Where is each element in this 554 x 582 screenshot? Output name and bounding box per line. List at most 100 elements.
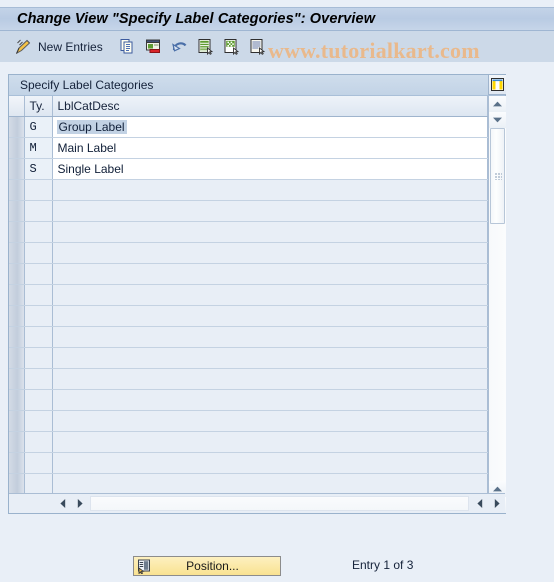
table-row[interactable]: M Main Label [9,137,488,159]
row-select-button[interactable] [9,137,25,159]
row-select-button[interactable] [9,179,25,201]
select-all-icon[interactable] [195,36,217,58]
select-all-column-header[interactable] [9,96,25,117]
delete-icon[interactable] [143,36,165,58]
table-body: G Group Label M Main Label S Single Label [9,116,488,513]
cell-lblcatdesc[interactable] [52,389,488,411]
row-select-button[interactable] [9,452,25,474]
cell-ty[interactable] [24,242,53,264]
scroll-left-end-icon[interactable] [471,495,488,512]
row-select-button[interactable] [9,221,25,243]
scroll-down-icon[interactable] [489,112,506,128]
row-select-button[interactable] [9,284,25,306]
vertical-scrollbar[interactable] [488,75,506,513]
table-row[interactable] [9,284,488,306]
cell-lblcatdesc[interactable]: Group Label [52,116,488,138]
scroll-right-icon[interactable] [71,495,88,512]
cell-ty[interactable] [24,305,53,327]
change-pencil-icon[interactable] [12,36,34,58]
row-select-button[interactable] [9,116,25,138]
row-select-button[interactable] [9,368,25,390]
column-header-ty[interactable]: Ty. [24,96,53,117]
table-row[interactable] [9,452,488,474]
table-row[interactable] [9,347,488,369]
cell-ty[interactable] [24,473,53,495]
cell-ty[interactable] [24,179,53,201]
row-select-button[interactable] [9,305,25,327]
cell-lblcatdesc[interactable] [52,284,488,306]
cell-lblcatdesc[interactable]: Main Label [52,137,488,159]
undo-icon[interactable] [169,36,191,58]
cell-lblcatdesc[interactable]: Single Label [52,158,488,180]
table-row[interactable] [9,200,488,222]
cell-lblcatdesc[interactable] [52,326,488,348]
row-select-button[interactable] [9,389,25,411]
cell-lblcatdesc[interactable] [52,242,488,264]
cell-ty[interactable]: S [24,158,53,180]
scroll-left-icon[interactable] [54,495,71,512]
main-toolbar: New Entries [0,31,554,62]
table-row[interactable] [9,473,488,495]
table-row[interactable] [9,263,488,285]
column-header-lblcatdesc[interactable]: LblCatDesc [52,96,488,117]
vscroll-thumb[interactable] [490,128,505,224]
deselect-all-icon[interactable] [221,36,243,58]
table-row[interactable] [9,242,488,264]
cell-ty[interactable] [24,326,53,348]
row-select-button[interactable] [9,473,25,495]
row-select-button[interactable] [9,326,25,348]
cell-ty[interactable] [24,452,53,474]
copy-icon[interactable] [117,36,139,58]
label-categories-table: Ty. LblCatDesc G Group Label M Main Label S S… [9,96,488,513]
select-layout-icon[interactable] [247,36,269,58]
cell-lblcatdesc[interactable] [52,179,488,201]
table-row[interactable] [9,410,488,432]
cell-ty[interactable] [24,347,53,369]
position-button[interactable]: Position... [133,556,281,576]
cell-ty[interactable] [24,263,53,285]
cell-lblcatdesc[interactable] [52,347,488,369]
vscroll-track[interactable] [489,128,506,481]
cell-ty[interactable]: M [24,137,53,159]
cell-ty[interactable] [24,431,53,453]
row-select-button[interactable] [9,200,25,222]
table-row[interactable]: S Single Label [9,158,488,180]
cell-ty[interactable] [24,284,53,306]
table-row[interactable] [9,305,488,327]
cell-lblcatdesc[interactable] [52,431,488,453]
cell-ty[interactable] [24,368,53,390]
table-row[interactable] [9,431,488,453]
cell-lblcatdesc[interactable] [52,473,488,495]
cell-ty[interactable] [24,200,53,222]
table-row[interactable] [9,389,488,411]
cell-lblcatdesc[interactable] [52,305,488,327]
row-select-button[interactable] [9,431,25,453]
scroll-up-icon[interactable] [489,96,506,112]
table-row[interactable] [9,368,488,390]
scroll-right-end-icon[interactable] [488,495,505,512]
cell-ty[interactable] [24,389,53,411]
table-settings-icon[interactable] [488,75,506,95]
table-row[interactable] [9,179,488,201]
hscroll-track[interactable] [90,496,469,511]
table-row[interactable]: G Group Label [9,116,488,138]
cell-lblcatdesc[interactable] [52,452,488,474]
table-row[interactable] [9,326,488,348]
horizontal-scrollbar[interactable] [9,493,505,513]
cell-lblcatdesc[interactable] [52,368,488,390]
cell-ty[interactable] [24,221,53,243]
new-entries-button[interactable]: New Entries [38,40,103,54]
cell-ty[interactable]: G [24,116,53,138]
cell-lblcatdesc[interactable] [52,263,488,285]
row-select-button[interactable] [9,410,25,432]
row-select-button[interactable] [9,242,25,264]
panel-header-label: Specify Label Categories [20,78,154,92]
table-row[interactable] [9,221,488,243]
cell-lblcatdesc[interactable] [52,221,488,243]
cell-lblcatdesc[interactable] [52,200,488,222]
cell-ty[interactable] [24,410,53,432]
cell-lblcatdesc[interactable] [52,410,488,432]
row-select-button[interactable] [9,263,25,285]
row-select-button[interactable] [9,158,25,180]
row-select-button[interactable] [9,347,25,369]
